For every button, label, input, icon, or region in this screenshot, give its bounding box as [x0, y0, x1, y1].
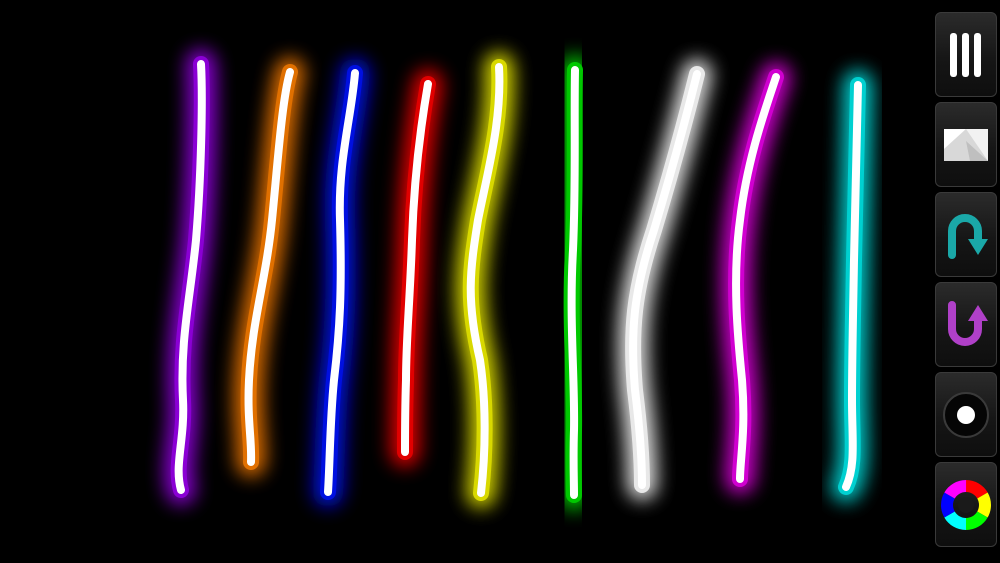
stroke-orange [233, 57, 305, 477]
eraser-icon [944, 128, 988, 161]
brush-size-button[interactable] [935, 12, 997, 97]
stroke-red [390, 69, 443, 467]
brush-dot-icon [943, 391, 989, 438]
toolbar [935, 12, 999, 552]
stroke-yellow [455, 52, 515, 508]
eraser-button[interactable] [935, 102, 997, 187]
redo-arrow-icon [948, 300, 988, 346]
stroke-magenta [721, 62, 791, 494]
drawing-canvas[interactable] [0, 0, 1000, 563]
undo-button[interactable] [935, 192, 997, 277]
stroke-blue [313, 58, 370, 507]
undo-arrow-icon [948, 213, 988, 259]
color-wheel-icon [941, 479, 991, 530]
stroke-green-core [567, 66, 579, 499]
stroke-green [556, 55, 590, 510]
brush-dot-button[interactable] [935, 372, 997, 457]
redo-button[interactable] [935, 282, 997, 367]
brush-lines-icon [950, 32, 981, 77]
stroke-white [618, 59, 712, 500]
stroke-cyan [831, 70, 873, 502]
strokes-layer [163, 49, 873, 510]
stroke-purple [163, 49, 217, 505]
color-wheel-button[interactable] [935, 462, 997, 547]
